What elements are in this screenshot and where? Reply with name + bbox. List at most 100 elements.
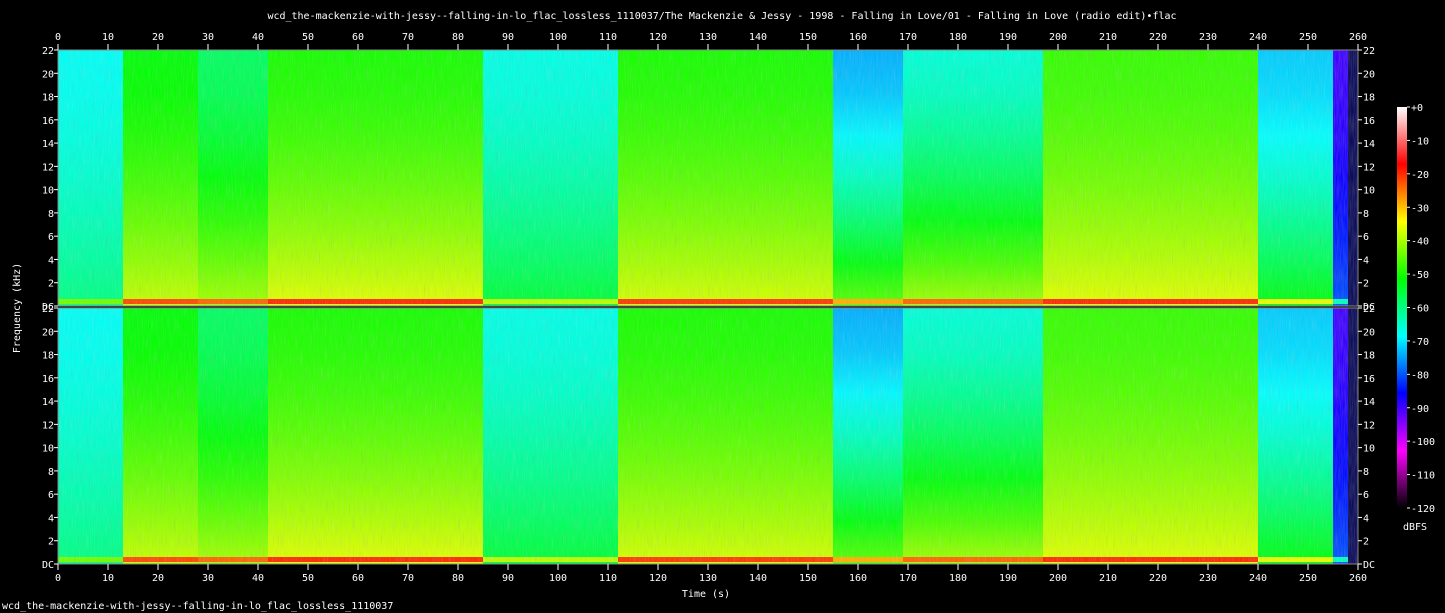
y-tick-label-right: 8 bbox=[1363, 209, 1369, 220]
x-tick-label-top: 210 bbox=[1099, 32, 1117, 43]
x-tick-label-bottom: 80 bbox=[452, 573, 464, 584]
x-tick-label-bottom: 60 bbox=[352, 573, 364, 584]
spectrogram-texture bbox=[58, 308, 1358, 564]
x-tick-label-top: 70 bbox=[402, 32, 414, 43]
x-tick-label-bottom: 150 bbox=[799, 573, 817, 584]
x-tick-label-bottom: 40 bbox=[252, 573, 264, 584]
y-tick-label-right: 2 bbox=[1363, 279, 1369, 290]
x-tick-label-bottom: 30 bbox=[202, 573, 214, 584]
y-tick-label-left: 2 bbox=[48, 537, 54, 548]
y-tick-label-right: 12 bbox=[1363, 162, 1375, 173]
spectrogram-svg: wcd_the-mackenzie-with-jessy--falling-in… bbox=[2, 11, 1435, 612]
x-tick-label-top: 100 bbox=[549, 32, 567, 43]
y-tick-label-right: 8 bbox=[1363, 467, 1369, 478]
x-tick-label-bottom: 230 bbox=[1199, 573, 1217, 584]
y-tick-label-right: DC bbox=[1363, 560, 1375, 571]
y-tick-label-right: 12 bbox=[1363, 420, 1375, 431]
x-tick-label-top: 200 bbox=[1049, 32, 1067, 43]
y-tick-label-right: 6 bbox=[1363, 232, 1369, 243]
x-tick-label-top: 160 bbox=[849, 32, 867, 43]
x-tick-label-bottom: 90 bbox=[502, 573, 514, 584]
y-tick-label-left: 18 bbox=[42, 93, 54, 104]
x-tick-label-bottom: 100 bbox=[549, 573, 567, 584]
x-tick-label-top: 120 bbox=[649, 32, 667, 43]
x-tick-label-top: 230 bbox=[1199, 32, 1217, 43]
colorbar-tick-label: -50 bbox=[1411, 270, 1429, 281]
y-tick-label-left: 18 bbox=[42, 351, 54, 362]
x-tick-label-bottom: 120 bbox=[649, 573, 667, 584]
y-tick-label-right: 14 bbox=[1363, 397, 1375, 408]
channel-1-plot bbox=[58, 50, 1358, 306]
y-tick-label-right: 18 bbox=[1363, 351, 1375, 362]
x-tick-label-top: 60 bbox=[352, 32, 364, 43]
x-tick-label-top: 180 bbox=[949, 32, 967, 43]
y-tick-label-right: 10 bbox=[1363, 186, 1375, 197]
x-tick-label-bottom: 160 bbox=[849, 573, 867, 584]
colorbar-tick-label: -60 bbox=[1411, 304, 1429, 315]
x-tick-label-bottom: 130 bbox=[699, 573, 717, 584]
y-tick-label-left: 8 bbox=[48, 209, 54, 220]
colorbar-gradient bbox=[1397, 107, 1407, 508]
x-tick-label-top: 50 bbox=[302, 32, 314, 43]
x-tick-label-bottom: 260 bbox=[1349, 573, 1367, 584]
colorbar: +0 -10 -20 -30 -40 -50 -60 -70 -80 -90 -100 -110 -12… bbox=[1397, 103, 1435, 515]
x-tick-label-bottom: 170 bbox=[899, 573, 917, 584]
y-tick-label-left: 14 bbox=[42, 397, 54, 408]
y-tick-label-right: 14 bbox=[1363, 139, 1375, 150]
x-tick-label-top: 10 bbox=[102, 32, 114, 43]
x-tick-label-bottom: 180 bbox=[949, 573, 967, 584]
x-tick-label-bottom: 250 bbox=[1299, 573, 1317, 584]
colorbar-tick-label: -110 bbox=[1411, 471, 1435, 482]
x-tick-label-bottom: 0 bbox=[55, 573, 61, 584]
colorbar-label: dBFS bbox=[1403, 522, 1427, 533]
x-tick-label-top: 260 bbox=[1349, 32, 1367, 43]
x-tick-label-bottom: 50 bbox=[302, 573, 314, 584]
x-tick-label-bottom: 20 bbox=[152, 573, 164, 584]
y-tick-label-left: 6 bbox=[48, 490, 54, 501]
x-tick-label-top: 150 bbox=[799, 32, 817, 43]
x-tick-label-bottom: 10 bbox=[102, 573, 114, 584]
y-tick-label-left: 12 bbox=[42, 162, 54, 173]
x-tick-label-bottom: 140 bbox=[749, 573, 767, 584]
y-tick-label-left: 22 bbox=[42, 304, 54, 315]
x-tick-label-bottom: 220 bbox=[1149, 573, 1167, 584]
colorbar-tick-label: -20 bbox=[1411, 170, 1429, 181]
x-tick-label-top: 240 bbox=[1249, 32, 1267, 43]
y-tick-label-right: 20 bbox=[1363, 69, 1375, 80]
y-tick-label-left: 8 bbox=[48, 467, 54, 478]
colorbar-tick-label: +0 bbox=[1411, 103, 1423, 114]
x-tick-label-top: 190 bbox=[999, 32, 1017, 43]
x-tick-label-top: 0 bbox=[55, 32, 61, 43]
y-tick-label-right: 16 bbox=[1363, 116, 1375, 127]
x-tick-label-top: 130 bbox=[699, 32, 717, 43]
x-tick-label-top: 30 bbox=[202, 32, 214, 43]
colorbar-tick-label: -90 bbox=[1411, 404, 1429, 415]
x-tick-label-top: 40 bbox=[252, 32, 264, 43]
y-tick-label-right: 10 bbox=[1363, 444, 1375, 455]
y-axis-label: Frequency (kHz) bbox=[12, 263, 23, 353]
y-tick-label-right: 20 bbox=[1363, 327, 1375, 338]
x-tick-label-bottom: 210 bbox=[1099, 573, 1117, 584]
y-tick-label-left: 4 bbox=[48, 255, 54, 266]
x-tick-label-bottom: 110 bbox=[599, 573, 617, 584]
y-tick-label-right: 18 bbox=[1363, 93, 1375, 104]
chart-title: wcd_the-mackenzie-with-jessy--falling-in… bbox=[267, 11, 1176, 22]
x-tick-label-top: 220 bbox=[1149, 32, 1167, 43]
y-tick-label-left: 16 bbox=[42, 374, 54, 385]
y-tick-label-left: 12 bbox=[42, 420, 54, 431]
spectrogram-texture bbox=[58, 50, 1358, 306]
y-tick-label-left: 2 bbox=[48, 279, 54, 290]
y-tick-label-left: DC bbox=[42, 560, 54, 571]
y-tick-label-left: 20 bbox=[42, 327, 54, 338]
x-tick-label-top: 90 bbox=[502, 32, 514, 43]
colorbar-tick-label: -10 bbox=[1411, 136, 1429, 147]
x-tick-label-top: 250 bbox=[1299, 32, 1317, 43]
y-tick-label-left: 10 bbox=[42, 444, 54, 455]
colorbar-tick-label: -70 bbox=[1411, 337, 1429, 348]
y-tick-label-left: 14 bbox=[42, 139, 54, 150]
y-tick-label-left: 20 bbox=[42, 69, 54, 80]
y-tick-label-right: 22 bbox=[1363, 304, 1375, 315]
colorbar-tick-label: -100 bbox=[1411, 437, 1435, 448]
y-tick-label-left: 6 bbox=[48, 232, 54, 243]
x-tick-label-bottom: 200 bbox=[1049, 573, 1067, 584]
